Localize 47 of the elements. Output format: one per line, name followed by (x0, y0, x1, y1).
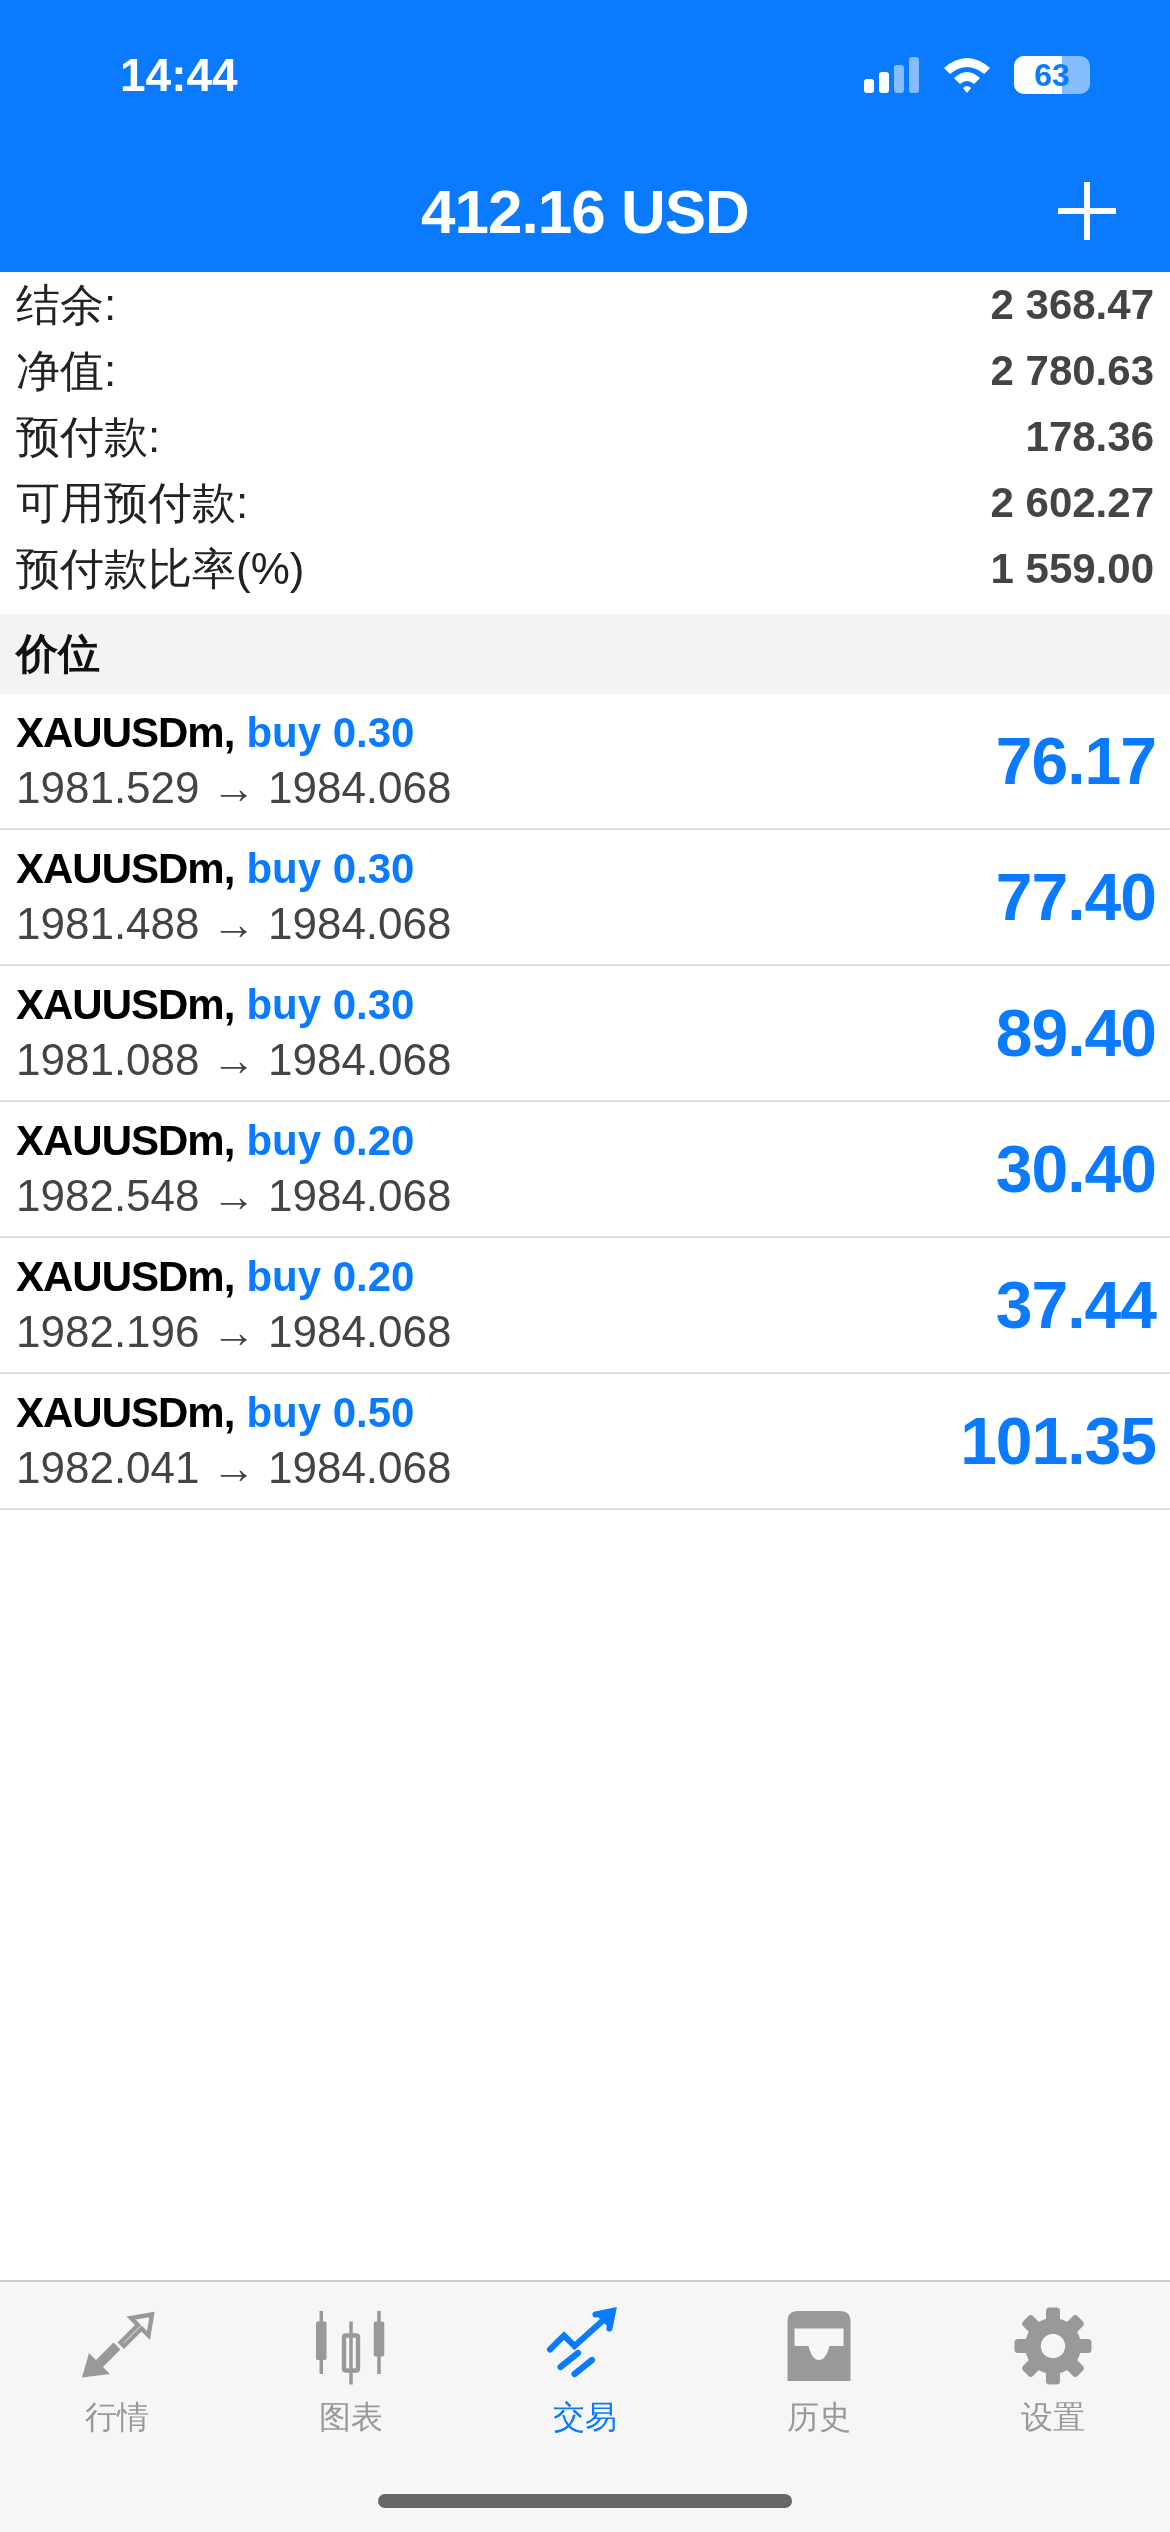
position-row[interactable]: XAUUSDm, buy 0.50 1982.041 → 1984.068 101.35 (0, 1374, 1170, 1510)
summary-label: 结余: (16, 278, 117, 331)
position-row[interactable]: XAUUSDm, buy 0.30 1981.088 → 1984.068 89.40 (0, 966, 1170, 1102)
position-symbol: XAUUSDm, (16, 709, 235, 757)
summary-value: 178.36 (1025, 413, 1154, 461)
section-title: 价位 (16, 629, 100, 679)
position-symbol: XAUUSDm, (16, 1117, 235, 1165)
tab[interactable]: 交易 (468, 2282, 702, 2442)
summary-label: 预付款: (16, 410, 161, 463)
position-order: buy 0.20 (246, 1253, 415, 1301)
summary-label: 可用预付款: (16, 476, 249, 529)
position-row[interactable]: XAUUSDm, buy 0.20 1982.196 → 1984.068 37.44 (0, 1238, 1170, 1374)
summary-value: 1 559.00 (990, 545, 1154, 593)
position-prices: 1982.041 → 1984.068 (16, 1443, 452, 1493)
position-order: buy 0.30 (246, 845, 415, 893)
position-profit: 77.40 (995, 859, 1156, 935)
position-profit: 76.17 (995, 723, 1156, 799)
position-prices: 1981.488 → 1984.068 (16, 899, 452, 949)
summary-label: 净值: (16, 344, 117, 397)
battery-level: 63 (1034, 56, 1070, 94)
position-order: buy 0.30 (246, 709, 415, 757)
position-prices: 1981.529 → 1984.068 (16, 763, 452, 813)
status-time: 14:44 (120, 48, 238, 102)
position-profit: 89.40 (995, 995, 1156, 1071)
position-order: buy 0.30 (246, 981, 415, 1029)
position-profit: 30.40 (995, 1131, 1156, 1207)
position-row[interactable]: XAUUSDm, buy 0.20 1982.548 → 1984.068 30.40 (0, 1102, 1170, 1238)
summary-value: 2 780.63 (990, 347, 1154, 395)
position-profit: 101.35 (960, 1403, 1156, 1479)
balance-title: 412.16 USD (421, 175, 749, 247)
position-row[interactable]: XAUUSDm, buy 0.30 1981.529 → 1984.068 76.17 (0, 694, 1170, 830)
position-order: buy 0.20 (246, 1117, 415, 1165)
position-symbol: XAUUSDm, (16, 1253, 235, 1301)
signal-icon (864, 57, 920, 93)
position-symbol: XAUUSDm, (16, 981, 235, 1029)
position-order: buy 0.50 (246, 1389, 415, 1437)
summary-value: 2 602.27 (990, 479, 1154, 527)
position-symbol: XAUUSDm, (16, 845, 235, 893)
position-prices: 1982.548 → 1984.068 (16, 1171, 452, 1221)
wifi-icon (942, 56, 992, 94)
position-symbol: XAUUSDm, (16, 1389, 235, 1437)
summary-label: 预付款比率(%) (16, 542, 305, 595)
summary-value: 2 368.47 (990, 281, 1154, 329)
position-prices: 1982.196 → 1984.068 (16, 1307, 452, 1357)
position-row[interactable]: XAUUSDm, buy 0.30 1981.488 → 1984.068 77.40 (0, 830, 1170, 966)
position-prices: 1981.088 → 1984.068 (16, 1035, 452, 1085)
position-profit: 37.44 (995, 1267, 1156, 1343)
